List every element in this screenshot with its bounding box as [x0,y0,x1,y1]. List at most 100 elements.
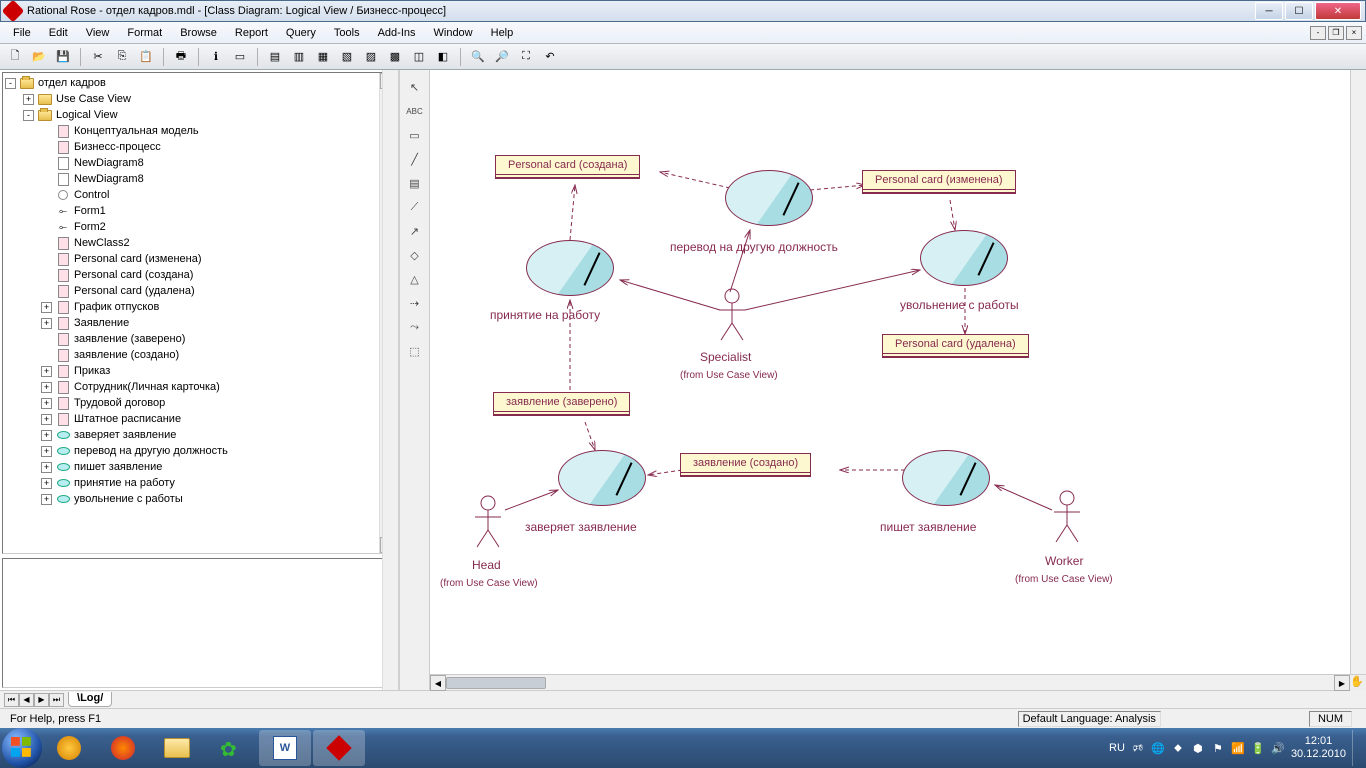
tray-flag-icon[interactable]: ⚑ [1211,741,1225,755]
copy-icon[interactable]: ⎘ [113,48,131,66]
usecase-u1[interactable] [526,240,614,296]
new-icon[interactable]: 🗋 [6,48,24,66]
tree-view[interactable]: -отдел кадров+Use Case View-Logical View… [2,72,396,554]
real-icon[interactable]: ⤳ [405,318,425,336]
tree-item[interactable]: Бизнесс-процесс [5,139,393,155]
tree-root[interactable]: -отдел кадров [5,75,393,91]
menu-edit[interactable]: Edit [40,25,77,41]
print-icon[interactable]: 🖶 [172,48,190,66]
class-c5[interactable]: заявление (создано) [680,453,811,477]
tree-item[interactable]: заявление (создано) [5,347,393,363]
diagram4-icon[interactable]: ▧ [338,48,356,66]
tree-item[interactable]: +принятие на работу [5,475,393,491]
menu-addins[interactable]: Add-Ins [369,25,425,41]
tree-item[interactable]: Personal card (удалена) [5,283,393,299]
assoc-icon[interactable]: ↗ [405,222,425,240]
gen-icon[interactable]: △ [405,270,425,288]
tree-item[interactable]: ⟜Form2 [5,219,393,235]
tray-app-icon[interactable]: ⬢ [1191,741,1205,755]
pointer-icon[interactable]: ↖ [405,78,425,96]
pkg-icon[interactable]: ⬚ [405,342,425,360]
tree-item[interactable]: +Сотрудник(Личная карточка) [5,379,393,395]
tray-wifi-icon[interactable]: 📶 [1231,741,1245,755]
note-icon[interactable]: ▭ [405,126,425,144]
class-c2[interactable]: Personal card (изменена) [862,170,1016,194]
menu-tools[interactable]: Tools [325,25,369,41]
tray-network-icon[interactable]: 🌐 [1151,741,1165,755]
tree-item[interactable]: NewDiagram8 [5,171,393,187]
task-explorer[interactable] [151,730,203,766]
log-tab[interactable]: \Log/ [68,692,112,707]
tree-item[interactable]: +Use Case View [5,91,393,107]
tray-battery-icon[interactable]: 🔋 [1251,741,1265,755]
tree-item[interactable]: +заверяет заявление [5,427,393,443]
tray-lang[interactable]: RU [1109,742,1125,754]
mdi-restore[interactable]: ❐ [1328,26,1344,40]
mdi-minimize[interactable]: - [1310,26,1326,40]
tree-item[interactable]: Personal card (создана) [5,267,393,283]
tree-item[interactable]: заявление (заверено) [5,331,393,347]
browse-icon[interactable]: ▭ [231,48,249,66]
diagram8-icon[interactable]: ◧ [434,48,452,66]
tray-shield-icon[interactable]: ⬥ [1171,741,1185,755]
dep-icon[interactable]: ⇢ [405,294,425,312]
menu-help[interactable]: Help [482,25,523,41]
tree-item[interactable]: +увольнение с работы [5,491,393,507]
usecase-u2[interactable] [725,170,813,226]
menu-report[interactable]: Report [226,25,277,41]
tree-item[interactable]: +Приказ [5,363,393,379]
aggr-icon[interactable]: ◇ [405,246,425,264]
usecase-u4[interactable] [558,450,646,506]
usecase-u3[interactable] [920,230,1008,286]
doc-scrollbar[interactable] [382,70,398,690]
start-button[interactable] [2,728,42,768]
tree-item[interactable]: +Заявление [5,315,393,331]
log-first[interactable]: ⏮ [4,693,19,707]
save-icon[interactable]: 💾 [54,48,72,66]
task-app1[interactable] [43,730,95,766]
zoomout-icon[interactable]: 🔎 [493,48,511,66]
canvas-vscrollbar[interactable] [1350,70,1366,674]
task-word[interactable]: W [259,730,311,766]
menu-browse[interactable]: Browse [171,25,226,41]
tree-item[interactable]: +перевод на другую должность [5,443,393,459]
text-icon[interactable]: ABC [405,102,425,120]
tree-item[interactable]: Control [5,187,393,203]
show-desktop[interactable] [1352,730,1360,766]
mdi-close[interactable]: × [1346,26,1362,40]
class-c3[interactable]: Personal card (удалена) [882,334,1029,358]
menu-view[interactable]: View [77,25,119,41]
undo-icon[interactable]: ↶ [541,48,559,66]
tree-item[interactable]: NewDiagram8 [5,155,393,171]
tree-item[interactable]: +Трудовой договор [5,395,393,411]
maximize-button[interactable]: ☐ [1285,2,1313,20]
class-c1[interactable]: Personal card (создана) [495,155,640,179]
log-prev[interactable]: ◀ [19,693,34,707]
diagram1-icon[interactable]: ▤ [266,48,284,66]
tree-item[interactable]: NewClass2 [5,235,393,251]
canvas-hscrollbar[interactable]: ◀▶✋ [430,674,1366,690]
task-firefox[interactable] [97,730,149,766]
tree-item[interactable]: Personal card (изменена) [5,251,393,267]
anchor-icon[interactable]: ╱ [405,150,425,168]
actor-a3[interactable] [1052,490,1082,545]
actor-a1[interactable] [717,288,747,343]
tree-item[interactable]: Концептуальная модель [5,123,393,139]
tray-volume-icon[interactable]: 🔊 [1271,741,1285,755]
actor-a2[interactable] [473,495,503,550]
tray-clock[interactable]: 12:0130.12.2010 [1291,735,1346,761]
tray-sound-icon[interactable]: 🕫 [1131,741,1145,755]
close-button[interactable]: ✕ [1315,2,1361,20]
tree-item[interactable]: +График отпусков [5,299,393,315]
diagram5-icon[interactable]: ▨ [362,48,380,66]
tree-item[interactable]: -Logical View [5,107,393,123]
menu-window[interactable]: Window [425,25,482,41]
task-rose[interactable] [313,730,365,766]
open-icon[interactable]: 📂 [30,48,48,66]
tree-item[interactable]: ⟜Form1 [5,203,393,219]
interface-icon[interactable]: ⟋ [405,198,425,216]
menu-file[interactable]: File [4,25,40,41]
log-last[interactable]: ⏭ [49,693,64,707]
diagram2-icon[interactable]: ▥ [290,48,308,66]
cut-icon[interactable]: ✂ [89,48,107,66]
